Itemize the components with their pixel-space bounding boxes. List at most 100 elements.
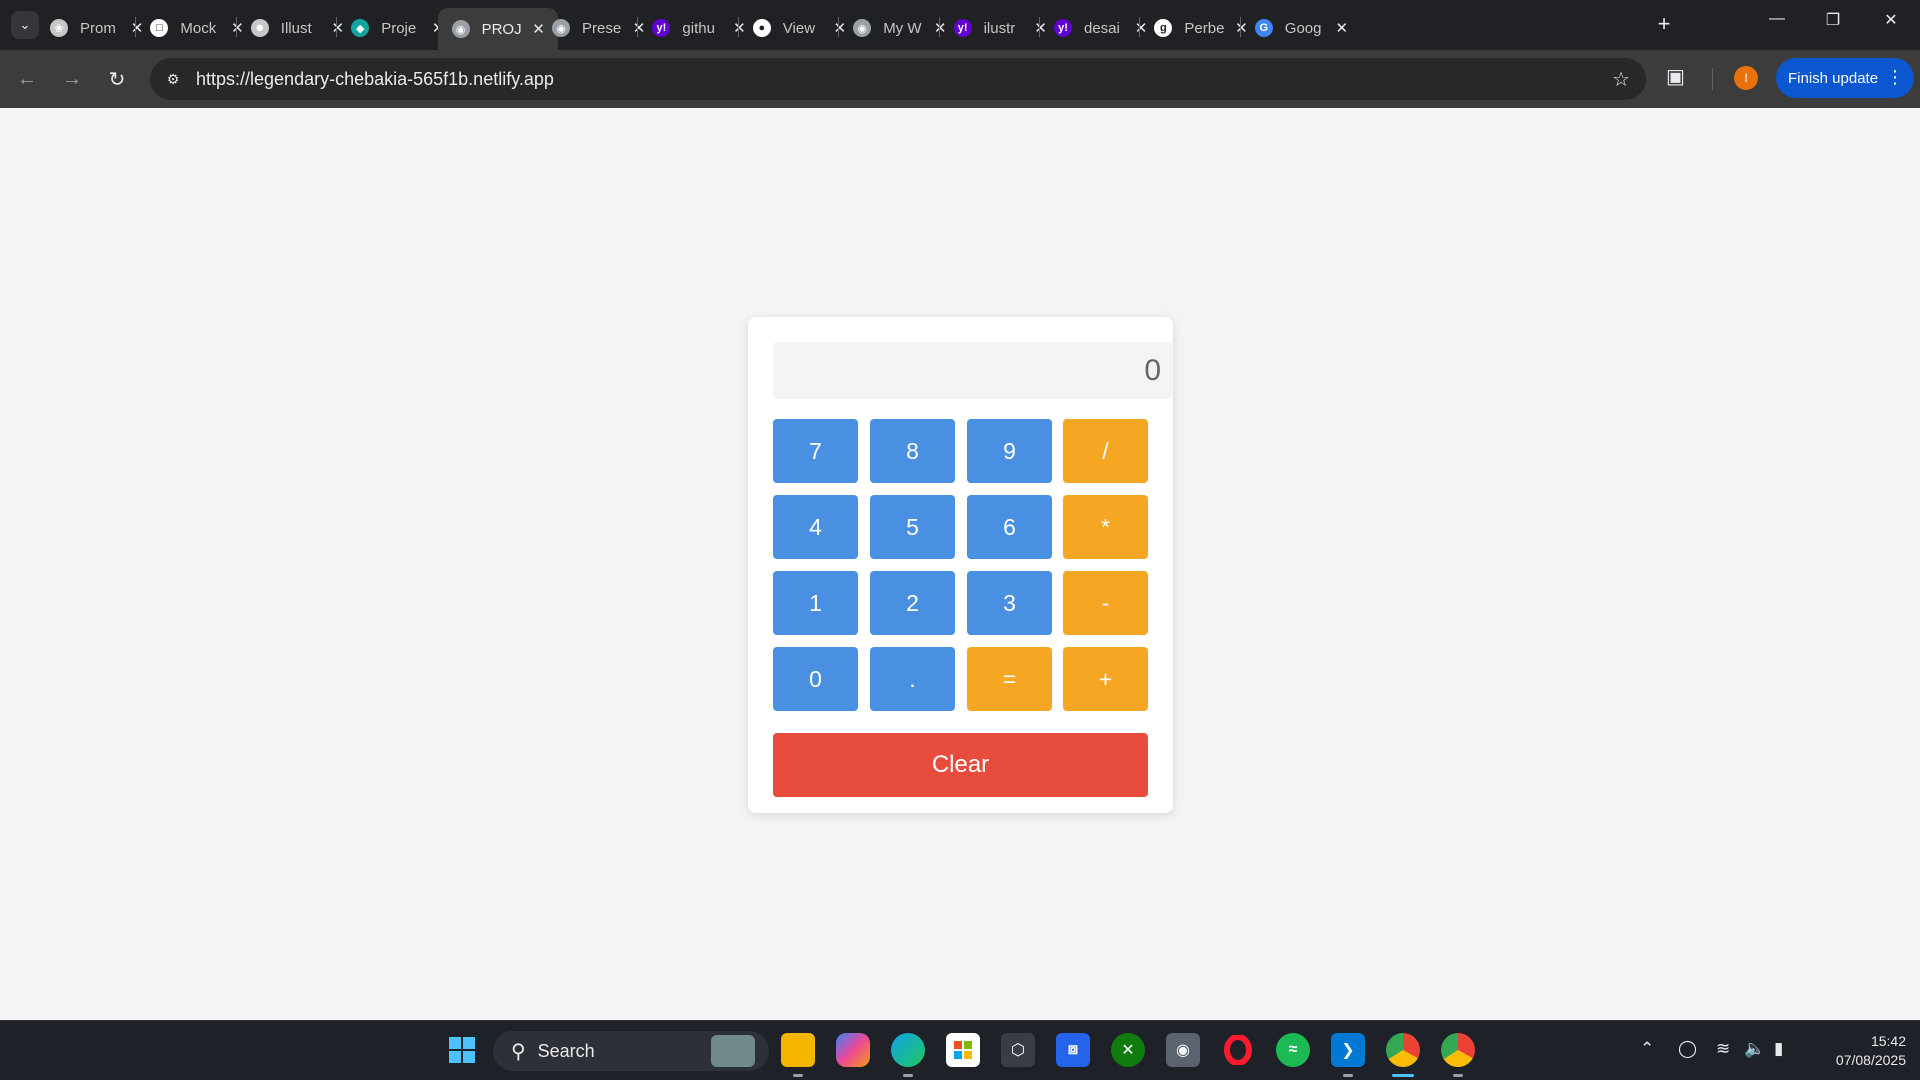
clear-button[interactable]: Clear bbox=[773, 733, 1148, 797]
chevron-down-icon: ⌄ bbox=[19, 17, 31, 32]
system-clock[interactable]: 15:42 07/08/2025 bbox=[1806, 1032, 1906, 1070]
key-add-button[interactable]: + bbox=[1063, 647, 1148, 711]
close-tab-icon[interactable]: ✕ bbox=[1333, 19, 1351, 37]
key-0-button[interactable]: 0 bbox=[773, 647, 858, 711]
tab-separator bbox=[135, 17, 137, 37]
key-decimal-button[interactable]: . bbox=[870, 647, 955, 711]
tab-separator bbox=[1139, 17, 1141, 37]
windows-start-icon[interactable] bbox=[445, 1033, 479, 1067]
minimize-button[interactable]: — bbox=[1762, 10, 1792, 28]
reload-button[interactable]: ↻ bbox=[102, 64, 132, 94]
opera-icon[interactable] bbox=[1221, 1033, 1255, 1067]
key-8-button[interactable]: 8 bbox=[870, 419, 955, 483]
chrome-icon[interactable] bbox=[1441, 1033, 1475, 1067]
finish-update-label: Finish update bbox=[1788, 69, 1879, 87]
diamond-icon: ◆ bbox=[351, 19, 370, 37]
yahoo-icon: y! bbox=[652, 19, 671, 37]
key-2-button[interactable]: 2 bbox=[870, 571, 955, 635]
restore-button[interactable]: ❐ bbox=[1818, 10, 1848, 30]
taskbar-search-label: Search bbox=[537, 1040, 595, 1061]
tab-separator bbox=[737, 17, 739, 37]
show-hidden-icons-icon[interactable]: ⌃ bbox=[1640, 1039, 1654, 1059]
onedrive-icon[interactable]: ◯ bbox=[1678, 1039, 1697, 1059]
tab-title: Goog bbox=[1284, 19, 1322, 37]
address-bar[interactable]: ⚙ https://legendary-chebakia-565f1b.netl… bbox=[150, 58, 1646, 100]
back-button[interactable]: ← bbox=[12, 64, 42, 94]
key-9-button[interactable]: 9 bbox=[967, 419, 1052, 483]
tab-title: ilustr bbox=[983, 19, 1016, 37]
tab-separator bbox=[838, 17, 840, 37]
running-indicator bbox=[793, 1074, 803, 1077]
more-menu-icon: ⋮ bbox=[1886, 67, 1904, 87]
arrow-left-icon: ← bbox=[17, 67, 37, 90]
key-equals-button[interactable]: = bbox=[967, 647, 1052, 711]
wifi-icon[interactable]: ≋ bbox=[1716, 1039, 1730, 1059]
calculator: 0 7 8 9/ 4 5 6 * 1 2 3- 0. = + Clear bbox=[748, 317, 1173, 813]
clock-date: 07/08/2025 bbox=[1835, 1052, 1906, 1068]
openai-icon: ❀ bbox=[50, 19, 68, 37]
tab-separator bbox=[938, 17, 940, 37]
bookmark-star-icon[interactable]: ☆ bbox=[1612, 67, 1630, 92]
globe-icon: ◉ bbox=[552, 19, 570, 37]
app-icon[interactable]: ⬡ bbox=[1001, 1033, 1035, 1067]
running-indicator bbox=[1343, 1074, 1353, 1077]
google-translate-icon: G bbox=[1254, 19, 1273, 37]
url-text[interactable]: https://legendary-chebakia-565f1b.netlif… bbox=[196, 69, 554, 90]
key-subtract-button[interactable]: - bbox=[1063, 571, 1148, 635]
tab-separator bbox=[235, 17, 237, 37]
extensions-icon[interactable]: ▣ bbox=[1666, 64, 1685, 89]
key-divide-button[interactable]: / bbox=[1063, 419, 1148, 483]
forward-button[interactable]: → bbox=[57, 64, 87, 94]
xbox-icon[interactable]: ✕ bbox=[1111, 1033, 1145, 1067]
tab-search-button[interactable]: ⌄ bbox=[11, 11, 39, 39]
grammar-icon: g bbox=[1154, 19, 1173, 37]
vscode-icon[interactable]: ❯ bbox=[1331, 1033, 1365, 1067]
volume-icon[interactable]: 🔈 bbox=[1744, 1039, 1765, 1059]
key-7-button[interactable]: 7 bbox=[773, 419, 858, 483]
key-5-button[interactable]: 5 bbox=[870, 495, 955, 559]
key-4-button[interactable]: 4 bbox=[773, 495, 858, 559]
site-info-icon[interactable]: ⚙ bbox=[162, 68, 184, 90]
search-highlight-image bbox=[711, 1035, 755, 1067]
battery-icon[interactable]: ▮ bbox=[1774, 1039, 1783, 1059]
running-indicator bbox=[903, 1074, 913, 1077]
tab-title: Illust bbox=[280, 19, 312, 37]
yahoo-icon: y! bbox=[953, 19, 972, 37]
key-multiply-button[interactable]: * bbox=[1063, 495, 1148, 559]
key-1-button[interactable]: 1 bbox=[773, 571, 858, 635]
tab-title: Proje bbox=[381, 19, 417, 37]
new-tab-button[interactable]: + bbox=[1652, 11, 1676, 36]
key-3-button[interactable]: 3 bbox=[967, 571, 1052, 635]
tab-title: PROJ bbox=[481, 20, 522, 38]
calculator-display: 0 bbox=[773, 342, 1173, 399]
copilot-icon[interactable] bbox=[836, 1033, 870, 1067]
spotify-icon[interactable]: ≈ bbox=[1276, 1033, 1310, 1067]
profile-avatar[interactable]: I bbox=[1734, 66, 1758, 90]
github-icon: ● bbox=[752, 19, 771, 37]
camera-icon[interactable]: ◉ bbox=[1166, 1033, 1200, 1067]
key-6-button[interactable]: 6 bbox=[967, 495, 1052, 559]
page-content: 0 7 8 9/ 4 5 6 * 1 2 3- 0. = + Clear bbox=[0, 108, 1920, 1020]
search-icon: ⚲ bbox=[511, 1040, 526, 1063]
globe-icon: ◉ bbox=[853, 19, 872, 37]
mockup-icon: □ bbox=[150, 19, 169, 37]
close-window-button[interactable]: ✕ bbox=[1876, 10, 1906, 30]
tab-title: Perbe bbox=[1184, 19, 1225, 37]
finish-update-button[interactable]: Finish update ⋮ bbox=[1776, 58, 1914, 98]
taskbar: ⚲ Search ⬡ ⧈ ✕ ◉ ≈ ❯ ⌃ ◯ ≋ 🔈 ▮ 15:42 07/… bbox=[0, 1020, 1920, 1080]
tab-title: Mock bbox=[180, 19, 217, 37]
arrow-right-icon: → bbox=[62, 67, 82, 90]
clock-time: 15:42 bbox=[1870, 1033, 1906, 1049]
tab-strip: ⌄ ❀Prom✕□Mock✕☻Illust✕◆Proje✕◉PROJ✕◉Pres… bbox=[0, 0, 1920, 50]
browser-tab[interactable]: G Goog ✕ bbox=[1241, 8, 1361, 48]
file-explorer-icon[interactable] bbox=[781, 1033, 815, 1067]
tab-title: My W bbox=[883, 19, 922, 37]
app-icon[interactable]: ⧈ bbox=[1056, 1033, 1090, 1067]
store-icon[interactable] bbox=[946, 1033, 980, 1067]
reload-icon: ↻ bbox=[108, 68, 126, 91]
tab-title: desai bbox=[1084, 19, 1120, 37]
tab-separator bbox=[1239, 17, 1241, 37]
taskbar-search[interactable]: ⚲ Search bbox=[493, 1031, 769, 1071]
chrome-icon[interactable] bbox=[1386, 1033, 1420, 1067]
edge-icon[interactable] bbox=[891, 1033, 925, 1067]
